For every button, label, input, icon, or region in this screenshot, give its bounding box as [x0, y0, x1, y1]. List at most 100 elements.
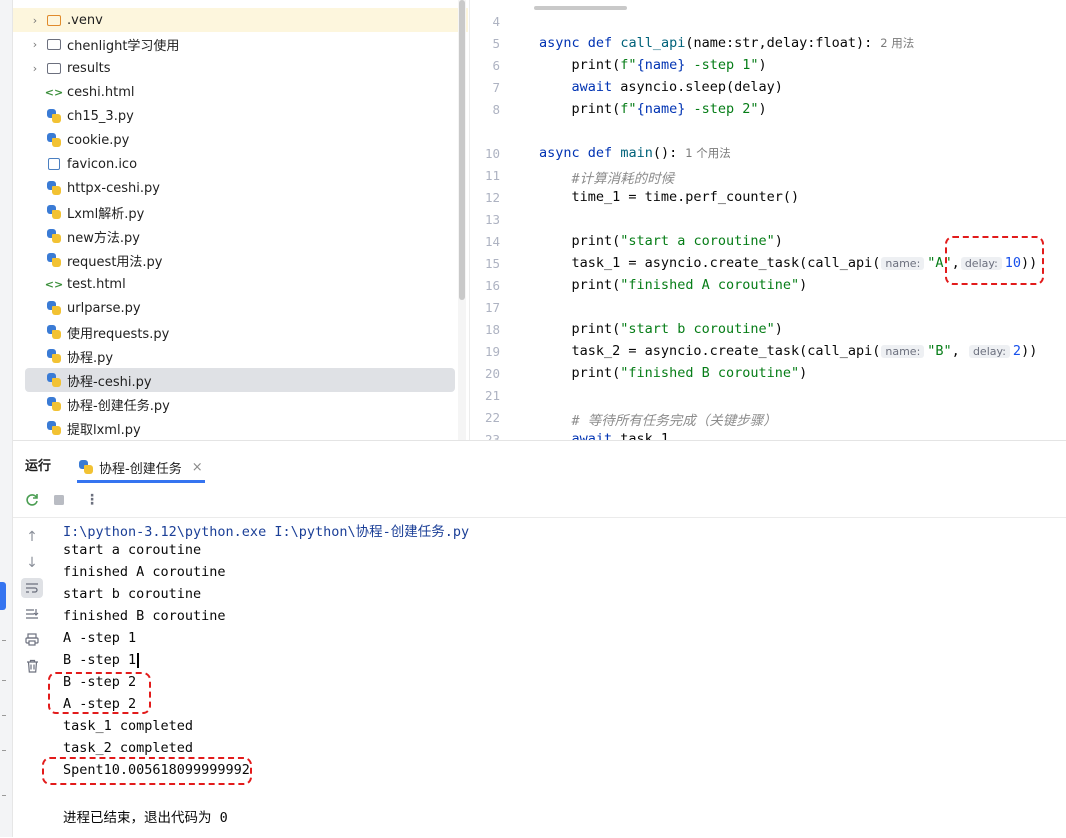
code-line: print("start a coroutine")	[571, 233, 783, 249]
chevron-right-icon[interactable]: ›	[25, 62, 45, 75]
tree-item-label: 提取lxml.py	[67, 422, 141, 438]
python-file-icon	[45, 348, 63, 364]
active-tool-indicator[interactable]	[0, 582, 6, 610]
tree-item-label: httpx-ceshi.py	[67, 180, 160, 196]
more-icon[interactable]: ⋮	[83, 491, 101, 509]
line-number: 16	[484, 278, 500, 293]
python-file-icon	[45, 204, 63, 220]
usage-hint[interactable]: 2 用法	[880, 36, 914, 50]
arrow-down-icon[interactable]: ↓	[21, 553, 43, 573]
line-number: 19	[484, 344, 500, 359]
tree-item-label: new方法.py	[67, 230, 140, 246]
scrollbar-thumb[interactable]	[459, 0, 465, 300]
tree-item-label: request用法.py	[67, 254, 163, 270]
tree-item-file[interactable]: ch15_3.py	[25, 104, 455, 128]
strip-tick	[2, 795, 6, 796]
console-line: A -step 1	[63, 630, 137, 646]
chevron-right-icon[interactable]: ›	[25, 14, 45, 27]
annotation-delay-highlight	[945, 236, 1044, 285]
tree-item-file[interactable]: favicon.ico	[25, 152, 455, 176]
line-number: 11	[484, 168, 500, 183]
tree-item-file[interactable]: 协程.py	[25, 344, 455, 368]
tree-item-file[interactable]: httpx-ceshi.py	[25, 176, 455, 200]
horizontal-scrollbar[interactable]	[534, 6, 627, 10]
tree-item-label: test.html	[67, 276, 126, 292]
tree-item-file[interactable]: 提取lxml.py	[25, 416, 455, 440]
tab-run-config[interactable]: 协程-创建任务 ×	[77, 453, 203, 481]
line-number: 14	[484, 234, 500, 249]
trash-icon[interactable]	[21, 656, 43, 676]
line-number: 17	[484, 300, 500, 315]
tree-item-file[interactable]: request用法.py	[25, 248, 455, 272]
code-line: print(f"{name} -step 2")	[571, 101, 767, 117]
tree-item-label: 协程-创建任务.py	[67, 398, 170, 414]
line-number: 21	[484, 388, 500, 403]
line-number: 20	[484, 366, 500, 381]
tree-item-file[interactable]: cookie.py	[25, 128, 455, 152]
line-number: 13	[484, 212, 500, 227]
left-tool-strip	[0, 0, 13, 837]
tree-item-file[interactable]: 协程-创建任务.py	[25, 392, 455, 416]
tree-scrollbar[interactable]	[458, 0, 466, 440]
line-number: 6	[492, 58, 500, 73]
line-number: 4	[492, 14, 500, 29]
line-number: 15	[484, 256, 500, 271]
tree-item-file[interactable]: <> test.html	[25, 272, 455, 296]
code-line: print("finished A coroutine")	[571, 277, 808, 293]
python-file-icon	[45, 372, 63, 388]
folder-icon	[45, 12, 63, 28]
text-cursor	[137, 652, 139, 668]
tree-item-venv[interactable]: › .venv	[13, 8, 468, 32]
usage-hint[interactable]: 1 个用法	[685, 146, 730, 160]
html-file-icon: <>	[44, 85, 64, 99]
tree-item-file[interactable]: 使用requests.py	[25, 320, 455, 344]
code-editor[interactable]: 4 5 6 7 8 10 11 12 13 14 15 16 17 18 19 …	[469, 0, 1066, 440]
annotation-spent-highlight	[42, 757, 252, 785]
tree-item-file[interactable]: new方法.py	[25, 224, 455, 248]
console-side-toolbar: ↑ ↓	[13, 518, 51, 838]
line-number: 18	[484, 322, 500, 337]
tree-item-file[interactable]: <> ceshi.html	[25, 80, 455, 104]
line-number: 10	[484, 146, 500, 161]
print-icon[interactable]	[21, 629, 43, 649]
tree-item-folder[interactable]: › results	[25, 56, 455, 80]
python-file-icon	[45, 420, 63, 436]
tree-item-label: results	[67, 60, 111, 76]
console-line: finished B coroutine	[63, 608, 226, 624]
tree-item-folder[interactable]: › chenlight学习使用	[25, 32, 455, 56]
console-line: task_2 completed	[63, 740, 194, 756]
tree-item-label: 使用requests.py	[67, 326, 170, 342]
soft-wrap-icon[interactable]	[21, 578, 43, 598]
console-line: I:\python-3.12\python.exe I:\python\协程-创…	[63, 524, 470, 540]
code-line: print("finished B coroutine")	[571, 365, 808, 381]
console-line: task_1 completed	[63, 718, 194, 734]
python-file-icon	[45, 396, 63, 412]
code-line: await asyncio.sleep(delay)	[571, 79, 783, 95]
close-icon[interactable]: ×	[192, 460, 203, 475]
code-line: time_1 = time.perf_counter()	[571, 189, 800, 205]
stop-icon[interactable]	[50, 491, 68, 509]
project-tree-panel: › .venv › chenlight学习使用 › results <> ces…	[13, 0, 468, 440]
code-line: print("start b coroutine")	[571, 321, 783, 337]
param-hint: name:	[881, 345, 925, 358]
line-number: 23	[484, 432, 500, 440]
run-toolbar: ⋮	[13, 483, 1066, 518]
tree-item-file-selected[interactable]: 协程-ceshi.py	[25, 368, 455, 392]
line-number: 22	[484, 410, 500, 425]
python-file-icon	[45, 132, 63, 148]
rerun-icon[interactable]	[23, 491, 41, 509]
param-hint: delay:	[968, 345, 1010, 358]
console-line: B -step 1	[63, 652, 137, 668]
code-line: task_2 = asyncio.create_task(call_api(na…	[571, 343, 1038, 359]
tree-item-label: ceshi.html	[67, 84, 135, 100]
tree-item-file[interactable]: urlparse.py	[25, 296, 455, 320]
html-file-icon: <>	[44, 277, 64, 291]
line-number: 8	[492, 102, 500, 117]
tree-item-file[interactable]: Lxml解析.py	[25, 200, 455, 224]
console-line: finished A coroutine	[63, 564, 226, 580]
code-line: async def call_api(name:str,delay:float)…	[539, 35, 915, 51]
scroll-to-end-icon[interactable]	[21, 604, 43, 624]
arrow-up-icon[interactable]: ↑	[21, 527, 43, 547]
chevron-right-icon[interactable]: ›	[25, 38, 45, 51]
python-file-icon	[45, 180, 63, 196]
